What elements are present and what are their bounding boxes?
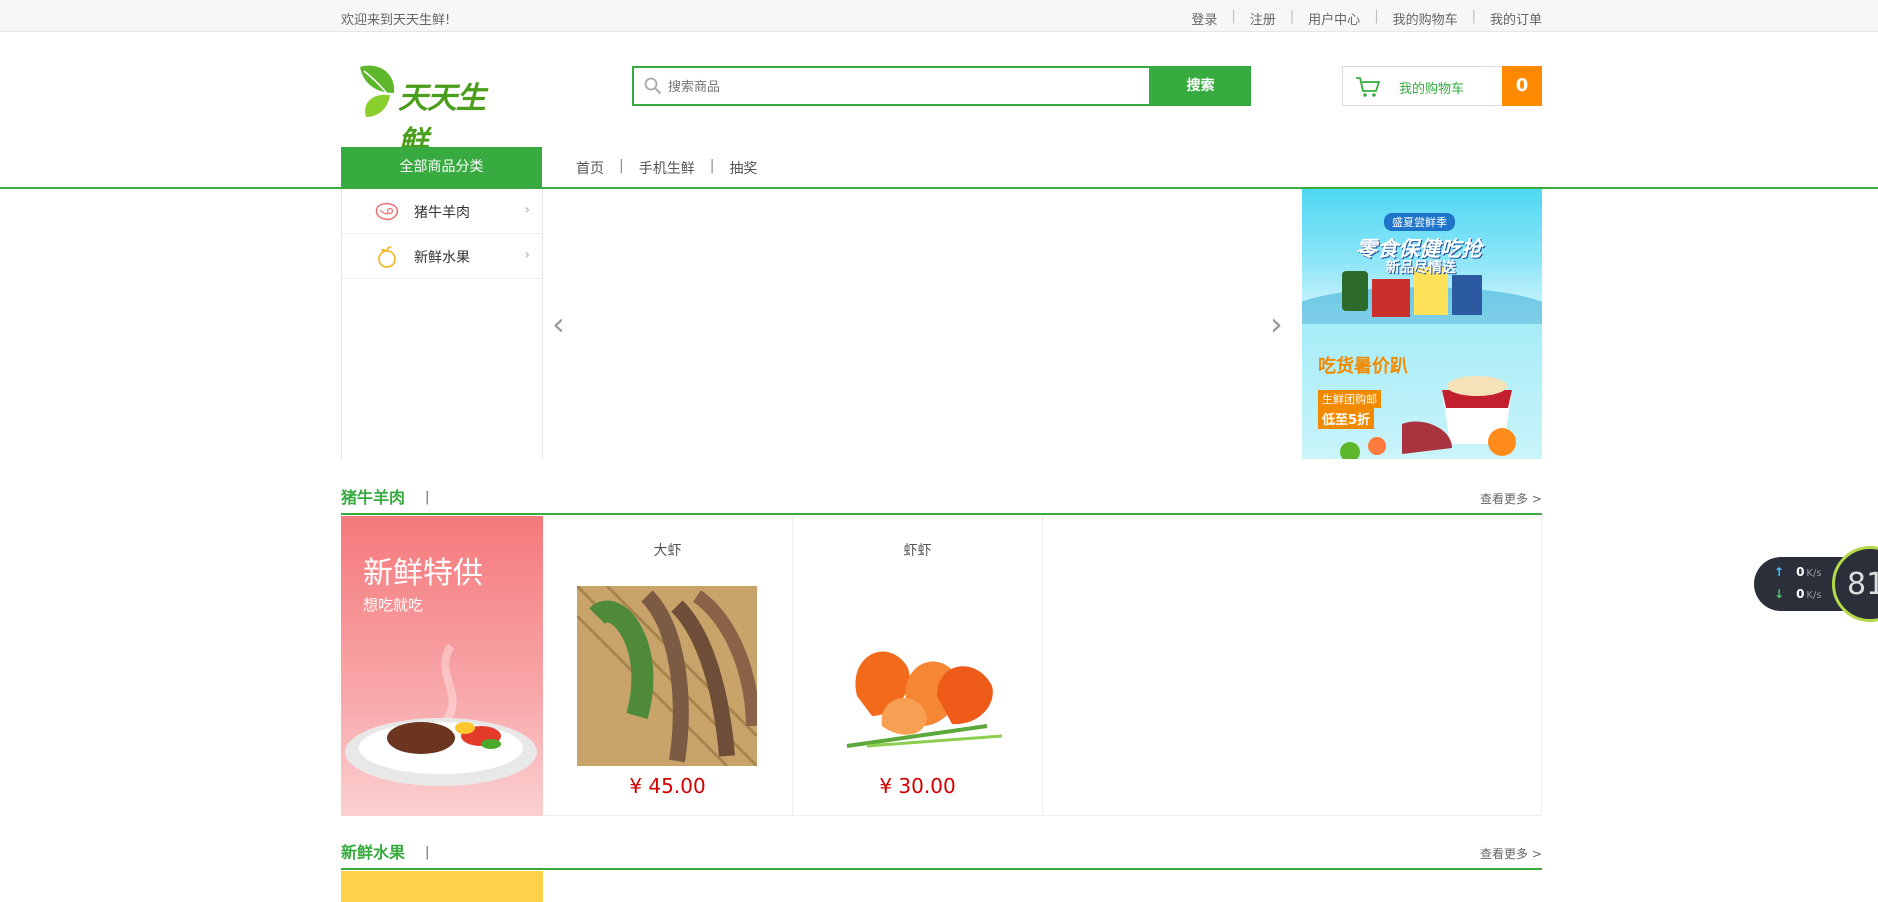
top-links: 登录 | 注册 | 用户中心 | 我的购物车 | 我的订单 <box>1191 9 1542 28</box>
promo-sub-line1: 生鲜团购邮 <box>1318 390 1381 408</box>
floor-divider <box>341 868 1542 870</box>
floor-title-separator: | <box>425 490 430 505</box>
promo-subtitle: 新品尽情送 <box>1386 260 1456 276</box>
cart-icon <box>1356 77 1381 97</box>
floor-title[interactable]: 新鲜水果 <box>341 839 405 863</box>
goods-price: ¥ 30.00 <box>879 774 956 798</box>
search-icon <box>644 77 662 95</box>
top-bar: 欢迎来到天天生鲜! 登录 | 注册 | 用户中心 | 我的购物车 | 我的订单 <box>0 0 1878 32</box>
category-item-meat[interactable]: 猪牛羊肉 › <box>342 189 542 234</box>
memory-percent: 81 <box>1847 567 1878 602</box>
promo-title: 吃货暑价趴 <box>1318 356 1408 377</box>
separator: | <box>1471 9 1476 24</box>
main-nav: 首页 | 手机生鲜 | 抽奖 <box>576 158 757 178</box>
login-link[interactable]: 登录 <box>1191 9 1217 28</box>
slider-next-button[interactable]: › <box>1270 305 1283 343</box>
promo-tag: 盛夏尝鲜季 <box>1384 213 1455 231</box>
register-link[interactable]: 注册 <box>1250 9 1276 28</box>
category-menu: 猪牛羊肉 › 新鲜水果 › <box>341 189 543 459</box>
goods-price: ¥ 45.00 <box>629 774 706 798</box>
separator: | <box>709 158 715 174</box>
my-orders-link[interactable]: 我的订单 <box>1490 9 1542 28</box>
separator: | <box>619 158 624 174</box>
chevron-right-icon: › <box>524 202 530 218</box>
upload-value: 0 <box>1796 565 1805 579</box>
site-logo[interactable]: 天天生鲜 <box>356 59 511 160</box>
goods-name[interactable]: 大虾 <box>543 540 792 560</box>
upload-arrow-icon: ↑ <box>1774 565 1785 579</box>
separator: | <box>1289 9 1295 24</box>
goods-card[interactable]: 大虾 ¥ 45.00 <box>543 516 793 816</box>
fruit-icon <box>378 246 396 268</box>
shrimp-image[interactable] <box>827 586 1007 766</box>
promo-sub-line2: 低至5折 <box>1318 408 1375 429</box>
promo-banner-summer[interactable]: 吃货暑价趴 生鲜团购邮 低至5折 <box>1302 324 1542 459</box>
separator: | <box>1231 9 1236 24</box>
promo-banner-snacks[interactable]: 盛夏尝鲜季 零食保健吃抢 新品尽情送 <box>1302 189 1542 324</box>
meat-icon <box>375 202 399 221</box>
download-speed: ↓ 0 K/s <box>1774 587 1822 601</box>
prawn-image[interactable] <box>577 586 757 766</box>
my-cart-link[interactable]: 我的购物车 <box>1393 9 1458 28</box>
chevron-right-icon: › <box>524 247 530 263</box>
slider-prev-button[interactable]: ‹ <box>552 305 565 343</box>
goods-grid: 大虾 ¥ 45.00 虾虾 ¥ 30.00 <box>543 516 1542 816</box>
floor-title-separator: | <box>425 845 430 860</box>
floor-divider <box>341 513 1542 515</box>
separator: | <box>1374 9 1379 24</box>
category-label: 猪牛羊肉 <box>414 205 470 221</box>
goods-card[interactable]: 虾虾 ¥ 30.00 <box>793 516 1043 816</box>
nav-home[interactable]: 首页 <box>576 158 604 178</box>
nav-lottery[interactable]: 抽奖 <box>729 158 757 178</box>
upload-speed: ↑ 0 K/s <box>1774 565 1822 579</box>
category-item-fruit[interactable]: 新鲜水果 › <box>342 234 542 279</box>
upload-unit: K/s <box>1806 568 1822 579</box>
cart-label: 我的购物车 <box>1399 82 1465 97</box>
search-input[interactable] <box>668 76 1128 98</box>
nav-mobile-fresh[interactable]: 手机生鲜 <box>639 158 695 178</box>
download-unit: K/s <box>1806 590 1822 601</box>
all-categories-button[interactable]: 全部商品分类 <box>341 147 542 188</box>
search-button[interactable]: 搜索 <box>1150 66 1251 106</box>
steak-plate-image <box>345 643 537 786</box>
floor-banner-fruit[interactable] <box>341 871 543 902</box>
welcome-text: 欢迎来到天天生鲜! <box>341 13 451 28</box>
category-label: 新鲜水果 <box>414 250 470 266</box>
user-center-link[interactable]: 用户中心 <box>1308 9 1360 28</box>
download-value: 0 <box>1796 587 1805 601</box>
view-more-link[interactable]: 查看更多 > <box>1480 845 1542 862</box>
download-arrow-icon: ↓ <box>1774 587 1785 601</box>
goods-name[interactable]: 虾虾 <box>793 540 1042 560</box>
cart-count-badge[interactable]: 0 <box>1502 66 1542 106</box>
floor-title[interactable]: 猪牛羊肉 <box>341 484 405 508</box>
view-more-link[interactable]: 查看更多 > <box>1480 490 1542 507</box>
floor-banner-meat[interactable]: 新鲜特供 想吃就吃 <box>341 516 543 816</box>
search-box <box>632 66 1151 106</box>
banner-slider <box>543 189 1302 459</box>
